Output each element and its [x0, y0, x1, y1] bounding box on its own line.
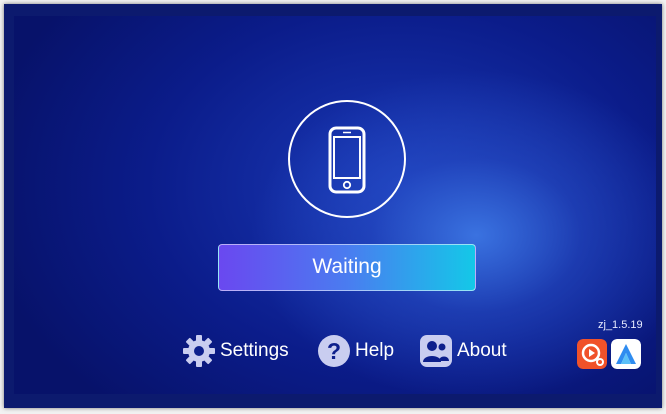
about-button[interactable]: About	[419, 334, 507, 368]
phone-connection-indicator	[288, 100, 406, 218]
about-label: About	[457, 340, 507, 361]
waiting-status-button[interactable]: Waiting	[218, 244, 476, 291]
question-icon: ?	[318, 335, 350, 367]
version-label: zj_1.5.19	[598, 319, 643, 331]
people-icon	[420, 335, 452, 367]
main-screen: Waiting Settings ? Help About zj_1.5.19	[14, 16, 656, 394]
app-window: Waiting Settings ? Help About zj_1.5.19	[4, 4, 662, 408]
android-auto-icon[interactable]	[611, 339, 641, 369]
waiting-status-label: Waiting	[312, 255, 382, 278]
settings-label: Settings	[220, 340, 289, 361]
svg-text:?: ?	[327, 338, 341, 364]
cast-app-icon[interactable]	[577, 339, 607, 369]
help-button[interactable]: ? Help	[317, 334, 394, 368]
help-label: Help	[355, 340, 395, 361]
gear-icon	[183, 335, 215, 367]
phone-icon	[328, 126, 366, 194]
settings-button[interactable]: Settings	[182, 334, 289, 368]
